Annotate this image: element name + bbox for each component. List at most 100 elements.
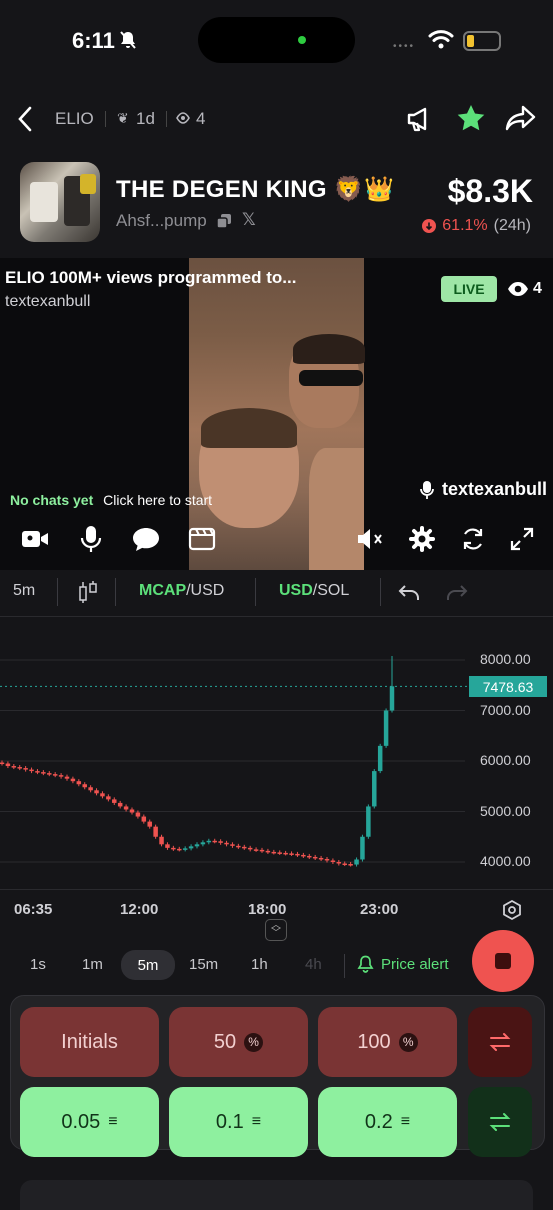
sprout-icon: ❦: [117, 110, 129, 126]
buy-0.2-button[interactable]: 0.2 ≡: [318, 1087, 457, 1157]
price-chart[interactable]: [0, 625, 553, 895]
sell-swap-button[interactable]: [468, 1007, 532, 1077]
candle: [70, 778, 76, 782]
chat-cta[interactable]: Click here to start: [103, 492, 212, 508]
candle: [159, 836, 164, 845]
x-twitter-icon[interactable]: 𝕏: [242, 210, 256, 230]
candle: [94, 790, 99, 794]
divider: [0, 889, 553, 890]
expand-chart-handle[interactable]: ︿ ﹀: [265, 919, 287, 941]
battery-icon: [463, 31, 501, 51]
buy-0.1-button[interactable]: 0.1 ≡: [169, 1087, 308, 1157]
sell-50-button[interactable]: 50 %: [169, 1007, 308, 1077]
timeframe-15m[interactable]: 15m: [189, 956, 218, 973]
undo-icon[interactable]: [398, 584, 420, 602]
swap-icon: [489, 1113, 511, 1131]
candle: [177, 848, 182, 851]
candle: [64, 776, 70, 779]
settings-button[interactable]: [404, 521, 440, 557]
host-name: textexanbull: [442, 479, 548, 499]
price-alert-button[interactable]: Price alert: [357, 955, 449, 973]
bell-icon: [357, 955, 374, 973]
candle: [230, 844, 235, 846]
timeframe-5m[interactable]: 5m: [121, 950, 175, 980]
percent-icon: %: [398, 1032, 418, 1052]
candle: [342, 863, 347, 866]
candle: [141, 816, 147, 822]
signal-icon: ••••: [393, 41, 416, 52]
eye-icon: [508, 282, 528, 296]
share-icon[interactable]: [505, 104, 537, 132]
candlestick-icon[interactable]: [78, 580, 98, 604]
percent-icon: %: [244, 1032, 264, 1052]
copy-icon[interactable]: [216, 213, 232, 229]
sell-100-button[interactable]: 100 %: [318, 1007, 457, 1077]
candle: [348, 864, 353, 866]
currency-toggle[interactable]: USD/SOL: [279, 582, 349, 600]
contract-address[interactable]: Ahsf...pump: [116, 211, 207, 231]
candle: [301, 854, 306, 857]
camera-icon: [22, 531, 48, 547]
flip-camera-button[interactable]: [455, 521, 491, 557]
buy-swap-button[interactable]: [468, 1087, 532, 1157]
mcap-label: MCAP: [139, 582, 187, 599]
price-change: 61.1% (24h): [422, 217, 531, 235]
eye-icon: [176, 112, 190, 124]
divider: [255, 578, 256, 606]
mcap-suffix: /USD: [186, 582, 225, 599]
solana-icon: ≡: [108, 1113, 118, 1130]
stream-username[interactable]: textexanbull: [5, 293, 90, 311]
divider: [57, 578, 58, 606]
candle: [383, 710, 389, 746]
mic-button[interactable]: [73, 521, 109, 557]
candle: [58, 775, 64, 777]
token-price: $8.3K: [447, 173, 533, 209]
candle: [271, 851, 277, 854]
candle: [117, 802, 123, 807]
interval-selector[interactable]: 5m: [13, 582, 35, 600]
sell-initials-button[interactable]: Initials: [20, 1007, 159, 1077]
change-percent: 61.1%: [442, 217, 488, 234]
candle: [218, 841, 223, 843]
clapperboard-icon: [188, 527, 216, 551]
divider: [166, 111, 167, 127]
clip-button[interactable]: [184, 521, 220, 557]
star-icon[interactable]: [455, 102, 487, 134]
candle: [318, 857, 324, 860]
camera-button[interactable]: [17, 521, 53, 557]
arrow-down-circle-icon: [422, 219, 437, 233]
chat-status: No chats yet: [10, 492, 94, 508]
mute-button[interactable]: [353, 521, 389, 557]
stop-stream-button[interactable]: [472, 930, 534, 992]
candle: [17, 767, 22, 769]
candle: [242, 846, 247, 849]
candle: [100, 793, 105, 797]
timeframe-1m[interactable]: 1m: [82, 956, 103, 973]
candle: [123, 806, 129, 810]
back-icon[interactable]: [16, 106, 34, 132]
sell-100-label: 100: [357, 1030, 391, 1053]
dynamic-island: [198, 17, 355, 63]
redo-icon[interactable]: [446, 584, 468, 602]
sell-50-label: 50: [213, 1030, 237, 1053]
timeframe-1h[interactable]: 1h: [251, 956, 268, 973]
chart-settings-icon[interactable]: [501, 899, 523, 921]
megaphone-icon[interactable]: [405, 104, 435, 134]
candle: [41, 772, 46, 774]
timeframe-1s[interactable]: 1s: [30, 956, 46, 973]
chat-prompt[interactable]: No chats yet Click here to start: [10, 492, 212, 508]
current-price-tag: 7478.63: [469, 676, 547, 697]
buy-0.05-button[interactable]: 0.05 ≡: [20, 1087, 159, 1157]
mcap-toggle[interactable]: MCAP/USD: [139, 582, 224, 600]
candle: [188, 846, 194, 849]
candle: [106, 796, 111, 800]
candle: [29, 769, 34, 772]
y-tick-label: 7000.00: [480, 701, 531, 718]
timeframe-4h[interactable]: 4h: [305, 956, 322, 973]
candle: [206, 840, 212, 843]
fullscreen-button[interactable]: [504, 521, 540, 557]
candle: [5, 763, 11, 767]
candle: [165, 844, 170, 848]
divider: [105, 111, 106, 127]
chat-button[interactable]: [128, 521, 164, 557]
